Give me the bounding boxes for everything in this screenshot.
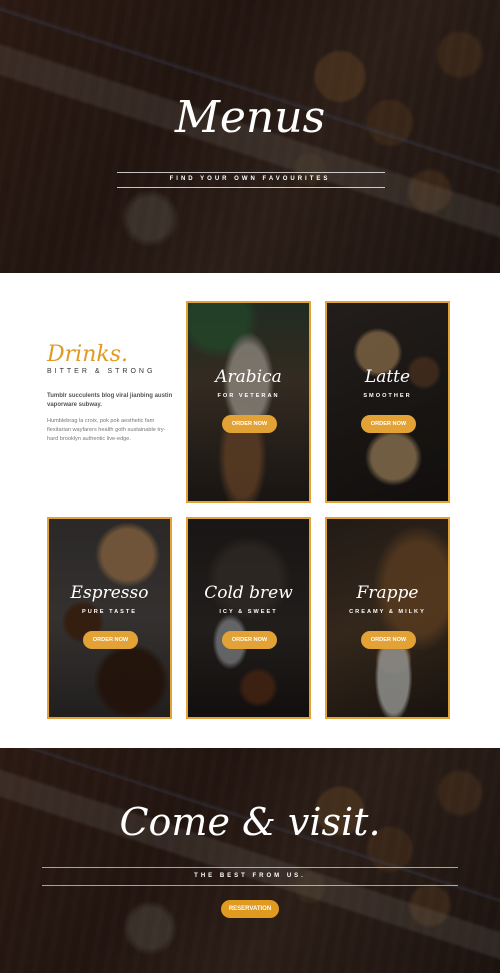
- drink-tagline: CREAMY & MILKY: [349, 609, 426, 615]
- drink-name: Frappe: [356, 583, 419, 603]
- order-now-button[interactable]: ORDER NOW: [361, 631, 416, 649]
- drink-card-frappe: Frappe CREAMY & MILKY ORDER NOW: [325, 517, 450, 719]
- hero-subtitle: FIND YOUR OWN FAVOURITES: [169, 176, 331, 182]
- drink-card-espresso: Espresso PURE TASTE ORDER NOW: [47, 517, 172, 719]
- drink-tagline: FOR VETERAN: [217, 393, 280, 399]
- drink-card-cold-brew: Cold brew ICY & SWEET ORDER NOW: [186, 517, 311, 719]
- drink-name: Espresso: [70, 583, 149, 603]
- hero-title: Menus: [174, 92, 326, 143]
- order-now-button[interactable]: ORDER NOW: [222, 415, 277, 433]
- drink-card-arabica: Arabica FOR VETERAN ORDER NOW: [186, 301, 311, 503]
- drink-card-latte: Latte SMOOTHER ORDER NOW: [325, 301, 450, 503]
- drink-name: Arabica: [215, 367, 282, 387]
- drink-tagline: SMOOTHER: [363, 393, 412, 399]
- drinks-title: Drinks.: [47, 342, 128, 367]
- order-now-button[interactable]: ORDER NOW: [222, 631, 277, 649]
- visit-banner: [0, 748, 500, 973]
- hero-banner: Menus FIND YOUR OWN FAVOURITES: [0, 0, 500, 273]
- drink-tagline: PURE TASTE: [81, 609, 137, 615]
- drinks-lead-text: Tumblr succulents blog viral jianbing au…: [47, 393, 173, 408]
- drink-name: Cold brew: [204, 583, 293, 603]
- order-now-button[interactable]: ORDER NOW: [361, 415, 416, 433]
- order-now-button[interactable]: ORDER NOW: [83, 631, 138, 649]
- reservation-button[interactable]: RESERVATION: [221, 900, 279, 918]
- drinks-subtitle: BITTER & STRONG: [47, 368, 156, 375]
- drink-tagline: ICY & SWEET: [219, 609, 278, 615]
- drinks-body-text: Humblebrag la croix, pok pok aesthetic f…: [47, 418, 166, 442]
- drink-name: Latte: [364, 367, 411, 387]
